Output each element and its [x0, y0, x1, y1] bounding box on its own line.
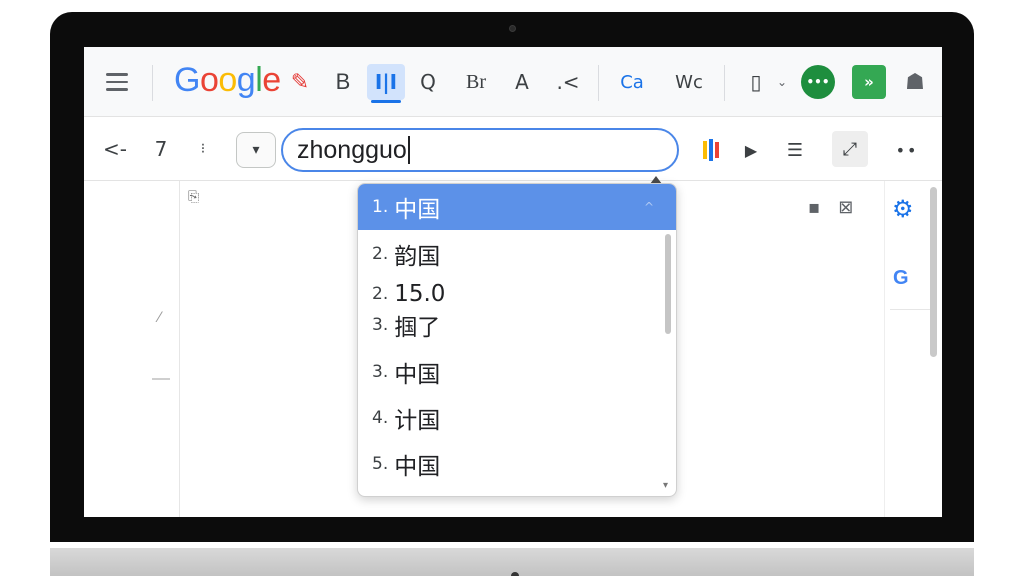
input-toolbar: <- 7 ⁝ ▾ zhongguo ▶ ☰ ⤢ •• — [84, 117, 942, 181]
toolbar-divider — [724, 65, 725, 101]
webcam — [509, 25, 516, 32]
play-icon[interactable]: ▶ — [736, 135, 766, 165]
selection-mark: ^ — [643, 200, 654, 214]
reorder-button[interactable]: ⁝ — [190, 135, 216, 163]
bold-button[interactable]: B — [330, 64, 356, 100]
dropdown-scrollbar[interactable] — [665, 234, 671, 334]
candidate-text: 计国 — [394, 408, 441, 434]
side-panel-separator — [890, 309, 932, 310]
margin-mark-icon: ⁄ — [158, 310, 161, 326]
candidate-item[interactable]: 3. 中国 — [358, 350, 668, 394]
forward-button[interactable]: » — [850, 64, 888, 100]
more-options-icon[interactable]: •• — [892, 135, 922, 165]
dictionary-icon[interactable] — [696, 135, 726, 165]
main-scrollbar[interactable] — [930, 187, 937, 357]
candidate-dropdown: 1. 中国 ^ 2. 韵国 2. 15.0 3. 掴了 3. 中国 4. 计国 5. 中国 ▾ — [357, 183, 677, 497]
robot-icon[interactable]: ☗ — [898, 64, 932, 100]
top-toolbar: Google ✎ B I|I Q Br A .< Ca Wc ▯ ⌄ ••• »… — [84, 47, 942, 117]
pinyin-input-field[interactable]: zhongguo — [281, 128, 679, 172]
candidate-number: 4. — [372, 408, 389, 428]
monitor-icon[interactable]: ▪ — [808, 197, 820, 218]
image-box-icon[interactable]: ⊠ — [838, 197, 853, 218]
chat-button[interactable]: ••• — [800, 64, 836, 100]
margin-line — [179, 181, 180, 517]
screen: Google ✎ B I|I Q Br A .< Ca Wc ▯ ⌄ ••• »… — [84, 47, 942, 517]
side-panel-divider — [884, 181, 885, 517]
candidate-number: 2. — [372, 284, 389, 304]
device-icon[interactable]: ▯ — [742, 64, 770, 100]
scroll-down-icon[interactable]: ▾ — [663, 480, 668, 491]
chevron-down-dropdown-button[interactable]: ▾ — [236, 132, 276, 168]
toolbar-divider — [598, 65, 599, 101]
redo-button[interactable]: 7 — [148, 135, 174, 163]
candidate-item[interactable]: 4. 计国 — [358, 396, 668, 440]
q-format-button[interactable]: Q — [414, 64, 442, 100]
back-button[interactable]: <- — [102, 135, 128, 163]
word-count-button[interactable]: Wc — [672, 64, 706, 100]
toolbar-divider — [152, 65, 153, 101]
chevron-down-icon: ▾ — [252, 142, 260, 158]
pinyin-input-value: zhongguo — [297, 135, 407, 164]
text-color-button[interactable]: A — [508, 64, 536, 100]
format-toggle-button[interactable]: I|I — [367, 64, 405, 103]
candidate-item[interactable]: 5. 中国 — [358, 442, 668, 486]
candidate-item[interactable]: 3. 掴了 — [358, 305, 668, 345]
chat-icon: ••• — [801, 65, 835, 99]
candidate-number: 1. — [372, 197, 389, 217]
br-format-button[interactable]: Br — [462, 64, 490, 100]
side-toolbar: ▪ ⊠ — [808, 197, 853, 218]
google-g-icon[interactable]: G — [893, 267, 909, 290]
document-icon: ⎘ — [188, 189, 200, 205]
candidate-number: 5. — [372, 454, 389, 474]
fast-forward-icon: » — [852, 65, 886, 99]
ca-button[interactable]: Ca — [616, 64, 648, 100]
candidate-text: 15.0 — [394, 281, 446, 307]
gear-icon[interactable]: ⚙ — [892, 195, 914, 223]
candidate-item-selected[interactable]: 1. 中国 ^ — [358, 184, 676, 230]
expand-icon[interactable]: ⤢ — [832, 131, 868, 167]
notepad-icon[interactable]: ☰ — [780, 135, 810, 165]
candidate-item[interactable]: 2. 韵国 — [358, 232, 668, 276]
google-logo: Google — [174, 61, 281, 99]
text-caret — [407, 136, 410, 164]
candidate-text: 中国 — [394, 454, 441, 480]
highlighter-pen-icon[interactable]: ✎ — [288, 64, 312, 100]
candidate-text: 掴了 — [394, 315, 441, 341]
clear-format-button[interactable]: .< — [554, 64, 582, 100]
hamburger-menu-icon[interactable] — [100, 64, 134, 100]
candidate-number: 3. — [372, 315, 389, 335]
candidate-number: 3. — [372, 362, 389, 382]
margin-dash — [152, 378, 170, 380]
candidate-number: 2. — [372, 244, 389, 264]
monitor-logo — [511, 572, 519, 576]
candidate-text: 韵国 — [394, 244, 441, 270]
candidate-text: 中国 — [394, 362, 441, 388]
chevron-down-icon[interactable]: ⌄ — [774, 64, 790, 100]
candidate-text: 中国 — [394, 197, 441, 223]
